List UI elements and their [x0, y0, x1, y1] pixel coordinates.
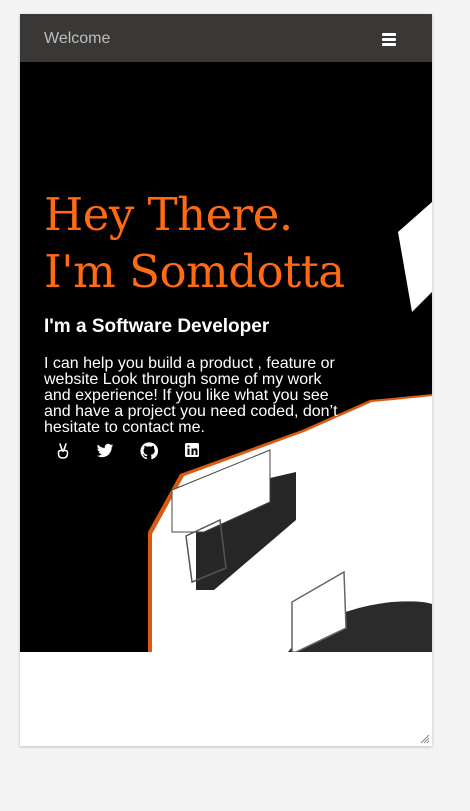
- linkedin-icon[interactable]: [184, 442, 202, 460]
- brand-link[interactable]: Welcome: [44, 29, 110, 49]
- hero-subtitle: I'm a Software Developer: [44, 316, 270, 337]
- hero-title-line-2: I'm Somdotta: [44, 245, 345, 298]
- hero-title: Hey There. I'm Somdotta: [44, 186, 345, 300]
- hero-title-line-1: Hey There.: [44, 188, 293, 241]
- shard-shape: [398, 202, 432, 312]
- angellist-icon[interactable]: [54, 442, 72, 460]
- hamburger-menu-icon[interactable]: [382, 33, 396, 46]
- hero-section: Hey There. I'm Somdotta I'm a Software D…: [20, 62, 432, 652]
- hero-description: I can help you build a product , feature…: [44, 355, 338, 436]
- twitter-icon[interactable]: [96, 442, 114, 460]
- content-area: [20, 652, 432, 746]
- navbar: Welcome: [20, 14, 432, 62]
- github-icon[interactable]: [140, 442, 158, 460]
- resize-grip-icon[interactable]: [418, 732, 430, 744]
- app-window: Welcome Hey There. I'm Somdotta I'm a So…: [20, 14, 432, 746]
